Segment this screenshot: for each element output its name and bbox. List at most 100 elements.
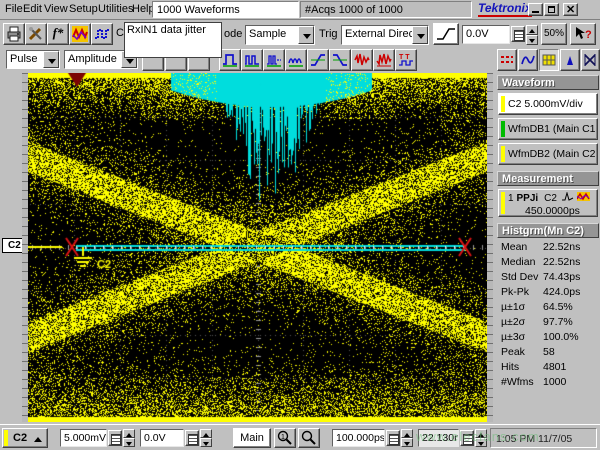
spin-down-icon[interactable]	[123, 438, 135, 447]
histogram-grid-mode-button[interactable]	[539, 49, 559, 71]
spin-up-icon[interactable]	[401, 429, 413, 438]
channel-color-stripe	[501, 96, 505, 112]
trigger-slope-button[interactable]	[433, 23, 459, 45]
menu-file[interactable]: File	[5, 3, 23, 15]
measure-fall-button[interactable]	[329, 49, 351, 71]
obscured-mode-label-right: ode	[224, 28, 242, 40]
channel-select-button[interactable]: C2	[2, 428, 48, 448]
histogram-mode-button[interactable]	[560, 49, 580, 71]
spin-down-icon[interactable]	[526, 35, 538, 45]
math-fx-button[interactable]: f*	[47, 23, 69, 45]
measure-category1-dropdown[interactable]	[43, 51, 59, 68]
spin-down-icon[interactable]	[401, 438, 413, 447]
rise-time-icon	[310, 52, 326, 68]
set-level-50-button[interactable]: 50%	[541, 23, 567, 45]
waveform-item-c2[interactable]: C2 5.000mV/div	[498, 93, 598, 115]
pulse-width-icon	[222, 52, 238, 68]
restore-button[interactable]	[544, 3, 559, 16]
waveform-graticule[interactable]	[28, 73, 487, 422]
color-wave-glyph-icon	[577, 192, 590, 201]
minimize-button[interactable]	[528, 3, 543, 16]
measure-rise-button[interactable]	[307, 49, 329, 71]
waveform-item-wfmdb1[interactable]: WfmDB1 (Main C1	[498, 118, 598, 140]
svg-text:T T: T T	[399, 54, 410, 61]
trigger-level-keypad-button[interactable]	[511, 26, 525, 42]
color-waveform-icon	[72, 26, 88, 42]
trigger-source-dropdown[interactable]	[412, 26, 428, 44]
measure-period-button[interactable]	[219, 49, 241, 71]
menu-view[interactable]: View	[44, 3, 68, 15]
cursors-mode-button[interactable]	[497, 49, 517, 71]
vertical-scale-keypad-button[interactable]	[108, 430, 122, 446]
measure-cycle-button[interactable]	[285, 49, 307, 71]
menu-edit[interactable]: Edit	[23, 3, 42, 15]
pulse-display-button[interactable]	[91, 23, 113, 45]
measure-jitter-button[interactable]	[373, 49, 395, 71]
histogram-stat-row: Hits4801	[496, 361, 600, 376]
tektronix-logo: Tektronix	[478, 2, 532, 17]
help-cursor-icon: ?	[574, 26, 592, 42]
vertical-scale-field[interactable]: 5.000mV/	[60, 429, 107, 447]
chevron-down-icon	[48, 59, 56, 64]
oscilloscope-app: File Edit View Setup Utilities Help 1000…	[0, 0, 600, 450]
toolbar-main: f* C ode Sample Trig External Direct 0.0…	[0, 20, 600, 48]
menu-utilities[interactable]: Utilities	[98, 3, 133, 15]
measure-eye-ttl-button[interactable]: T T	[395, 49, 417, 71]
spin-up-icon[interactable]	[200, 429, 212, 438]
trigger-level-field[interactable]: 0.0V	[462, 25, 510, 44]
spin-up-icon[interactable]	[526, 25, 538, 35]
horizontal-scale-keypad-button[interactable]	[386, 430, 400, 446]
menu-setup[interactable]: Setup	[69, 3, 98, 15]
waveform-item-wfmdb2[interactable]: WfmDB2 (Main C2	[498, 143, 598, 165]
chevron-up-icon	[34, 437, 42, 442]
waveform-panel-header: Waveform	[497, 75, 599, 90]
waveform-mode-button[interactable]	[518, 49, 538, 71]
measure-category2-value: Amplitude	[68, 53, 117, 65]
zoom-out-button[interactable]	[298, 428, 320, 448]
restore-icon	[548, 6, 555, 13]
spin-down-icon[interactable]	[200, 438, 212, 447]
histogram-stat-row: µ±2σ97.7%	[496, 316, 600, 331]
trigger-level-spinner[interactable]	[526, 25, 538, 45]
jitter-waveform-icon	[376, 52, 392, 68]
zoom-in-button[interactable]: 1	[274, 428, 296, 448]
trigger-source-combo[interactable]: External Direct	[341, 25, 429, 45]
sine-icon	[521, 52, 535, 68]
horizontal-scale-spinner[interactable]	[401, 429, 413, 447]
noise-waveform-icon	[354, 52, 370, 68]
measurement-value: 450.0000ps	[508, 205, 597, 217]
histogram-mound-icon	[563, 52, 577, 68]
histogram-stat-row: µ±3σ100.0%	[496, 331, 600, 346]
waveform-display-button[interactable]	[69, 23, 91, 45]
close-button[interactable]: ✕	[563, 3, 578, 16]
timebase-main-button[interactable]: Main	[233, 428, 271, 448]
vertical-offset-keypad-button[interactable]	[185, 430, 199, 446]
horizontal-scale-field[interactable]: 100.000ps	[332, 429, 385, 447]
context-help-button[interactable]: ?	[570, 23, 596, 45]
measure-burst-button[interactable]	[263, 49, 285, 71]
measure-freq-button[interactable]	[241, 49, 263, 71]
spin-up-icon[interactable]	[123, 429, 135, 438]
stat-value: 22.52ns	[543, 241, 580, 253]
measure-category1-combo[interactable]: Pulse	[6, 50, 60, 69]
pulse-glyph-icon	[562, 192, 574, 201]
stat-label: Mean	[501, 241, 527, 253]
print-button[interactable]	[3, 23, 25, 45]
vertical-offset-spinner[interactable]	[200, 429, 212, 447]
measure-noise-button[interactable]	[351, 49, 373, 71]
stat-value: 58	[543, 346, 555, 358]
stat-value: 424.0ps	[543, 286, 580, 298]
waveform-item-label: WfmDB2 (Main C2	[508, 148, 596, 160]
histogram-stat-row: Pk-Pk424.0ps	[496, 286, 600, 301]
setup-tools-button[interactable]	[25, 23, 47, 45]
magnifier-plus-icon: 1	[277, 430, 293, 446]
vertical-scale-spinner[interactable]	[123, 429, 135, 447]
stat-label: µ±1σ	[501, 301, 525, 313]
stat-value: 97.7%	[543, 316, 573, 328]
acq-mode-combo[interactable]: Sample	[245, 25, 315, 45]
vertical-offset-field[interactable]: 0.0V	[140, 429, 184, 447]
acq-mode-dropdown[interactable]	[298, 26, 314, 44]
eye-diagram-mode-button[interactable]	[581, 49, 600, 71]
measurement-entry-ppji[interactable]: 1 PPJi C2 450.0000ps	[498, 189, 598, 217]
tools-icon	[28, 26, 44, 42]
